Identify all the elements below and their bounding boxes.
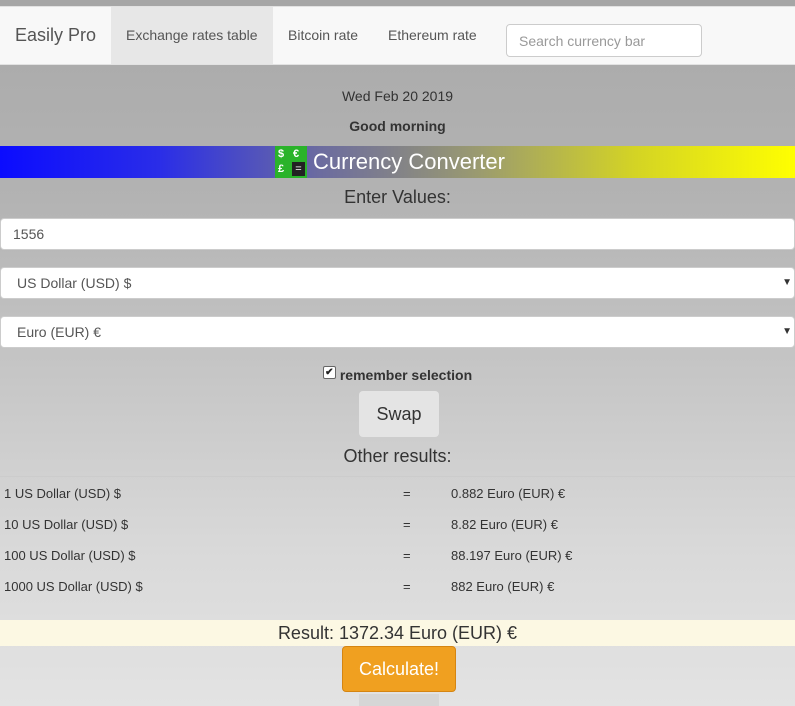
nav-exchange-rates-table[interactable]: Exchange rates table bbox=[111, 7, 273, 64]
to-currency-select[interactable]: Euro (EUR) € ▼ bbox=[0, 316, 795, 348]
from-currency-value: US Dollar (USD) $ bbox=[17, 275, 132, 291]
swap-button[interactable]: Swap bbox=[359, 391, 439, 437]
equals-symbol: = bbox=[292, 162, 305, 176]
table-row: 1000 US Dollar (USD) $ = 882 Euro (EUR) … bbox=[0, 570, 795, 601]
greeting-text: Good morning bbox=[349, 118, 446, 134]
row-from: 1 US Dollar (USD) $ bbox=[4, 486, 122, 501]
pound-symbol: £ bbox=[278, 163, 285, 175]
dollar-symbol: $ bbox=[278, 148, 285, 160]
row-equals: = bbox=[403, 579, 411, 594]
row-to: 8.82 Euro (EUR) € bbox=[451, 517, 558, 532]
amount-input[interactable]: 1556 bbox=[0, 218, 795, 250]
table-row: 100 US Dollar (USD) $ = 88.197 Euro (EUR… bbox=[0, 539, 795, 570]
row-equals: = bbox=[403, 486, 411, 501]
row-to: 0.882 Euro (EUR) € bbox=[451, 486, 566, 501]
row-to: 882 Euro (EUR) € bbox=[451, 579, 555, 594]
partial-button[interactable] bbox=[359, 694, 439, 706]
table-row: 10 US Dollar (USD) $ = 8.82 Euro (EUR) € bbox=[0, 508, 795, 539]
row-to: 88.197 Euro (EUR) € bbox=[451, 548, 573, 563]
row-equals: = bbox=[403, 517, 411, 532]
other-results-table: 1 US Dollar (USD) $ = 0.882 Euro (EUR) €… bbox=[0, 476, 795, 601]
remember-checkbox[interactable]: ✔ bbox=[322, 365, 336, 379]
brand-logo[interactable]: Easily Pro bbox=[15, 7, 96, 64]
chevron-down-icon: ▼ bbox=[782, 277, 792, 288]
banner-title: Currency Converter bbox=[313, 149, 505, 174]
to-currency-value: Euro (EUR) € bbox=[17, 324, 102, 340]
calculate-button[interactable]: Calculate! bbox=[342, 646, 456, 692]
euro-symbol: € bbox=[293, 148, 300, 160]
remember-selection: ✔ remember selection bbox=[0, 365, 795, 383]
chevron-down-icon: ▼ bbox=[782, 326, 792, 337]
nav-bitcoin-rate[interactable]: Bitcoin rate bbox=[273, 7, 373, 64]
navbar: Easily Pro Exchange rates table Bitcoin … bbox=[0, 6, 795, 65]
row-from: 1000 US Dollar (USD) $ bbox=[4, 579, 143, 594]
row-from: 10 US Dollar (USD) $ bbox=[4, 517, 129, 532]
row-equals: = bbox=[403, 548, 411, 563]
remember-label[interactable]: remember selection bbox=[340, 367, 472, 383]
table-row: 1 US Dollar (USD) $ = 0.882 Euro (EUR) € bbox=[0, 477, 795, 508]
enter-values-label: Enter Values: bbox=[344, 187, 451, 207]
from-currency-select[interactable]: US Dollar (USD) $ ▼ bbox=[0, 267, 795, 299]
result-text: Result: 1372.34 Euro (EUR) € bbox=[0, 620, 795, 646]
current-date: Wed Feb 20 2019 bbox=[341, 88, 454, 104]
nav-ethereum-rate[interactable]: Ethereum rate bbox=[373, 7, 492, 64]
search-input[interactable] bbox=[506, 24, 702, 57]
converter-banner: $ € £ = Currency Converter bbox=[0, 146, 795, 178]
currency-logo-icon: $ € £ = bbox=[275, 146, 307, 178]
row-from: 100 US Dollar (USD) $ bbox=[4, 548, 136, 563]
other-results-heading: Other results: bbox=[343, 446, 452, 466]
